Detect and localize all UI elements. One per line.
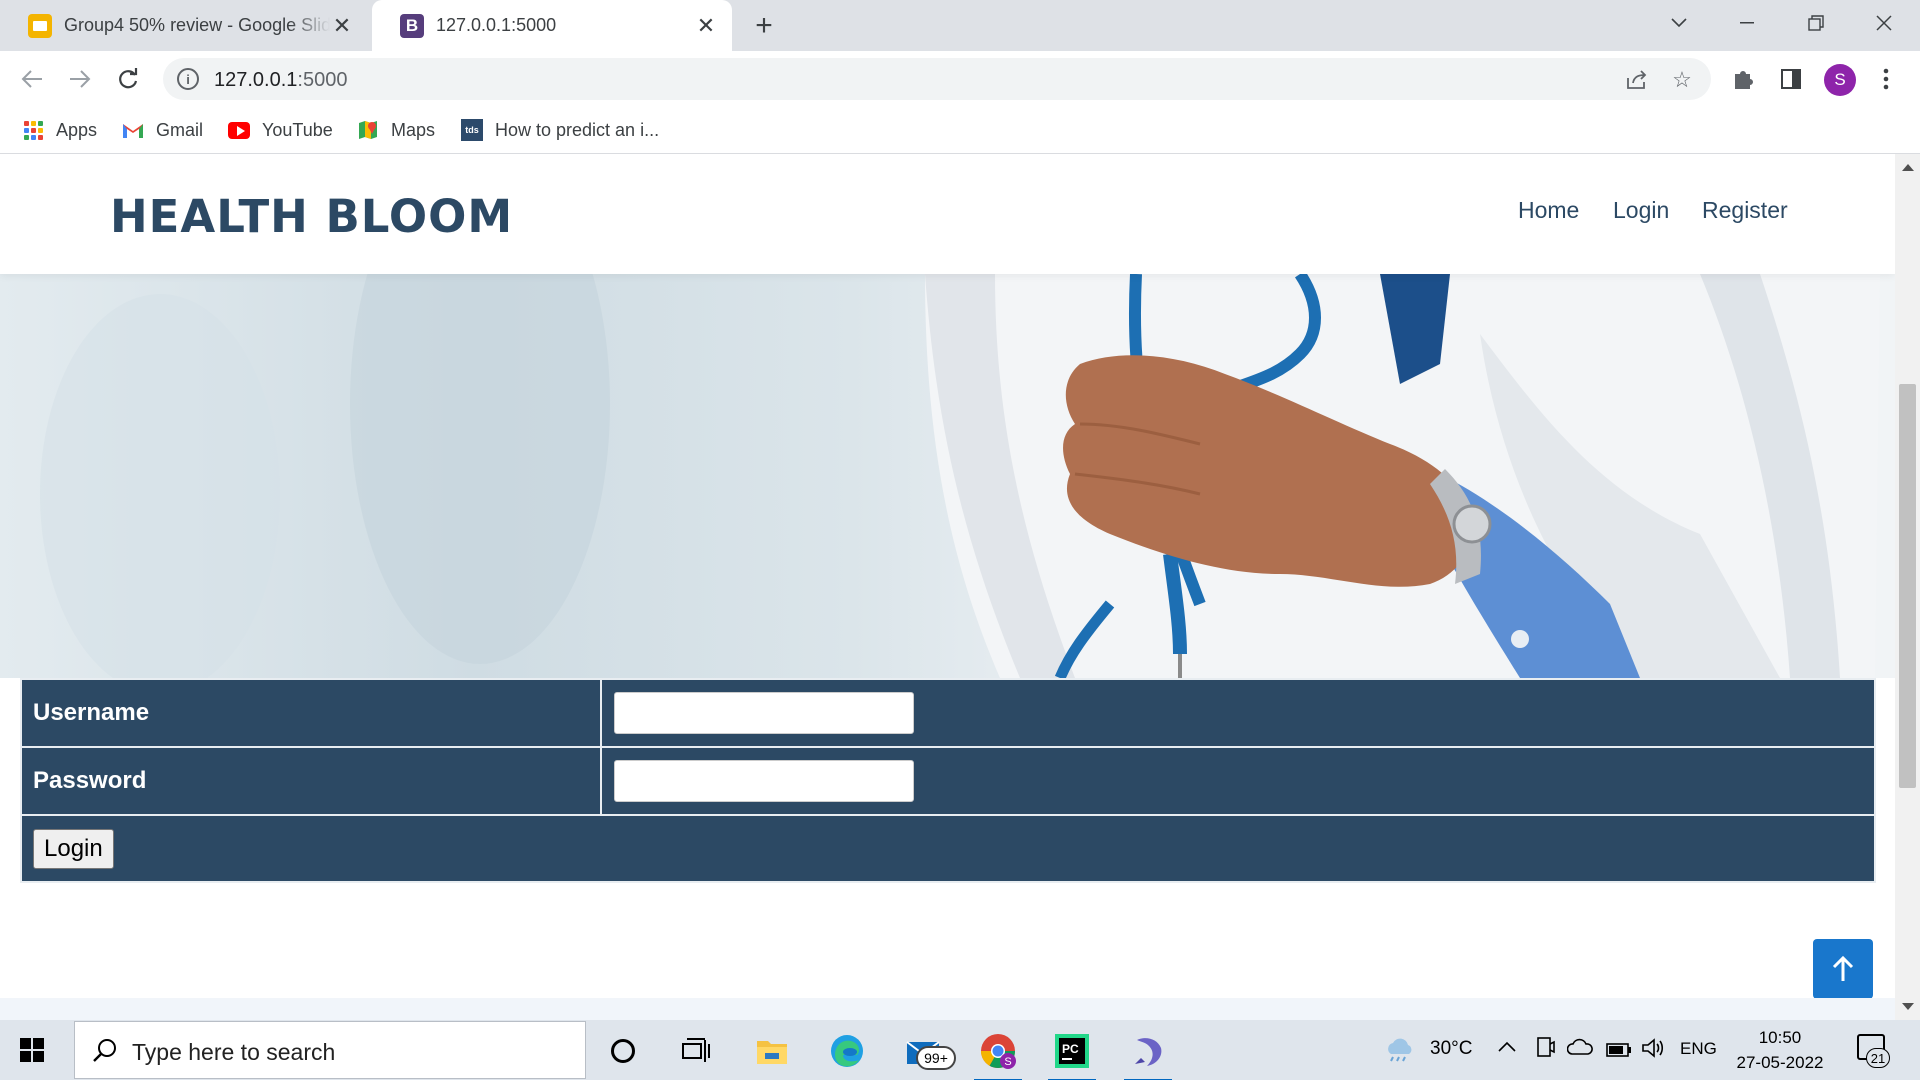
bookmark-label: YouTube (262, 119, 333, 140)
share-icon[interactable] (1623, 66, 1651, 94)
bookmark-gmail[interactable]: Gmail (122, 116, 203, 144)
show-hidden-icons-chevron-icon[interactable] (1498, 1036, 1516, 1058)
nav-login[interactable]: Login (1613, 197, 1669, 224)
meet-now-icon[interactable] (1535, 1036, 1555, 1066)
close-icon[interactable]: ✕ (694, 13, 718, 38)
search-icon (93, 1039, 116, 1062)
page-scrollbar[interactable] (1895, 154, 1920, 1020)
clock-time: 10:50 (1758, 1028, 1802, 1047)
new-tab-button[interactable]: + (748, 9, 780, 42)
input-language[interactable]: ENG (1680, 1039, 1717, 1059)
url-text: 127.0.0.1:5000 (214, 69, 348, 91)
weather-icon[interactable] (1383, 1036, 1415, 1068)
site-header: HEALTH BLOOM Home Login Register (0, 154, 1895, 274)
onedrive-cloud-icon[interactable] (1566, 1038, 1593, 1062)
extensions-puzzle-icon[interactable] (1727, 63, 1759, 95)
side-panel-icon[interactable] (1775, 63, 1807, 95)
tab-google-slides[interactable]: Group4 50% review - Google Slides ✕ (0, 0, 368, 51)
cortana-icon[interactable] (595, 1026, 651, 1076)
username-row: Username (20, 678, 1876, 748)
password-label: Password (20, 746, 602, 816)
bookmark-label: Gmail (156, 119, 204, 140)
gmail-icon (122, 119, 144, 141)
file-explorer-icon[interactable] (744, 1026, 800, 1076)
nav-home[interactable]: Home (1518, 197, 1579, 224)
taskbar-search-box[interactable]: Type here to search (74, 1021, 586, 1079)
more-menu-icon[interactable] (1870, 63, 1902, 95)
login-submit-button[interactable]: Login (33, 828, 114, 869)
bookmark-apps[interactable]: Apps (22, 116, 97, 144)
mail-unread-badge: 99+ (916, 1046, 956, 1070)
system-clock[interactable]: 10:50 27-05-2022 (1730, 1025, 1830, 1075)
back-arrow-icon[interactable] (12, 59, 52, 99)
bookmark-label: Maps (391, 119, 436, 140)
site-info-icon[interactable]: i (177, 68, 199, 90)
submit-cell: Login (20, 814, 1876, 883)
scrollbar-thumb[interactable] (1899, 384, 1916, 788)
password-input[interactable] (614, 760, 914, 802)
bookmark-label: Apps (56, 119, 98, 140)
minimize-icon[interactable] (1723, 0, 1771, 45)
browser-tab-strip: Group4 50% review - Google Slides ✕ B 12… (0, 0, 1920, 51)
task-view-icon[interactable] (668, 1026, 724, 1076)
username-label: Username (20, 678, 602, 748)
profile-avatar[interactable]: S (1824, 64, 1856, 96)
nav-register[interactable]: Register (1702, 197, 1788, 224)
site-logo[interactable]: HEALTH BLOOM (110, 190, 513, 243)
svg-text:S: S (1004, 1056, 1011, 1068)
windows-start-icon[interactable] (20, 1038, 44, 1062)
apps-grid-icon (22, 119, 44, 141)
tab-title: Group4 50% review - Google Slides (64, 15, 330, 35)
clock-date: 27-05-2022 (1736, 1053, 1824, 1072)
bookmark-maps[interactable]: Maps (357, 116, 435, 144)
tab-search-chevron-icon[interactable] (1655, 0, 1703, 45)
bookmark-tds-article[interactable]: tds How to predict an i... (461, 116, 659, 144)
windows-taskbar: Type here to search 99+ S PC 30°C ENG 10… (0, 1020, 1920, 1080)
google-slides-icon (28, 13, 52, 38)
web-page: HEALTH BLOOM Home Login Register Usernam… (0, 154, 1895, 1020)
arrow-up-icon (1832, 956, 1854, 981)
browser-toolbar: i 127.0.0.1:5000 ☆ S (0, 51, 1920, 106)
footer-strip (0, 998, 1895, 1020)
hero-doctor-image (0, 274, 1895, 678)
submit-row: Login (20, 814, 1876, 883)
username-input[interactable] (614, 692, 914, 734)
bootstrap-icon: B (400, 13, 424, 38)
chrome-taskbar-icon[interactable]: S (970, 1026, 1026, 1080)
search-placeholder: Type here to search (132, 1039, 336, 1065)
bookmark-star-icon[interactable]: ☆ (1668, 66, 1696, 94)
back-to-top-button[interactable] (1813, 939, 1873, 999)
restore-icon[interactable] (1792, 0, 1840, 45)
bookmarks-bar: Apps Gmail YouTube Maps tds How to predi… (0, 106, 1920, 154)
password-row: Password (20, 746, 1876, 816)
tds-icon: tds (461, 119, 483, 141)
maps-icon (357, 119, 379, 141)
window-close-icon[interactable] (1860, 0, 1908, 45)
reload-icon[interactable] (108, 59, 148, 99)
login-form: Username Password Login (20, 678, 1876, 883)
close-icon[interactable]: ✕ (330, 13, 354, 38)
scroll-down-icon[interactable] (1902, 1003, 1914, 1010)
bookmark-label: How to predict an i... (495, 119, 660, 140)
tab-title: 127.0.0.1:5000 (436, 15, 557, 35)
pycharm-icon[interactable]: PC (1044, 1026, 1100, 1080)
edge-browser-icon[interactable] (819, 1026, 875, 1076)
address-bar[interactable]: i 127.0.0.1:5000 ☆ (163, 58, 1711, 100)
forward-arrow-icon[interactable] (60, 59, 100, 99)
username-cell (600, 678, 1876, 748)
password-cell (600, 746, 1876, 816)
youtube-icon (228, 119, 250, 141)
tab-localhost[interactable]: B 127.0.0.1:5000 ✕ (372, 0, 732, 51)
battery-icon[interactable] (1606, 1041, 1632, 1063)
dolphin-app-icon[interactable] (1120, 1026, 1176, 1080)
volume-icon[interactable] (1641, 1037, 1665, 1065)
svg-text:PC: PC (1062, 1042, 1079, 1056)
bookmark-youtube[interactable]: YouTube (228, 116, 333, 144)
scroll-up-icon[interactable] (1902, 164, 1914, 171)
weather-temperature[interactable]: 30°C (1430, 1038, 1472, 1060)
notification-count-badge: 21 (1866, 1048, 1890, 1068)
